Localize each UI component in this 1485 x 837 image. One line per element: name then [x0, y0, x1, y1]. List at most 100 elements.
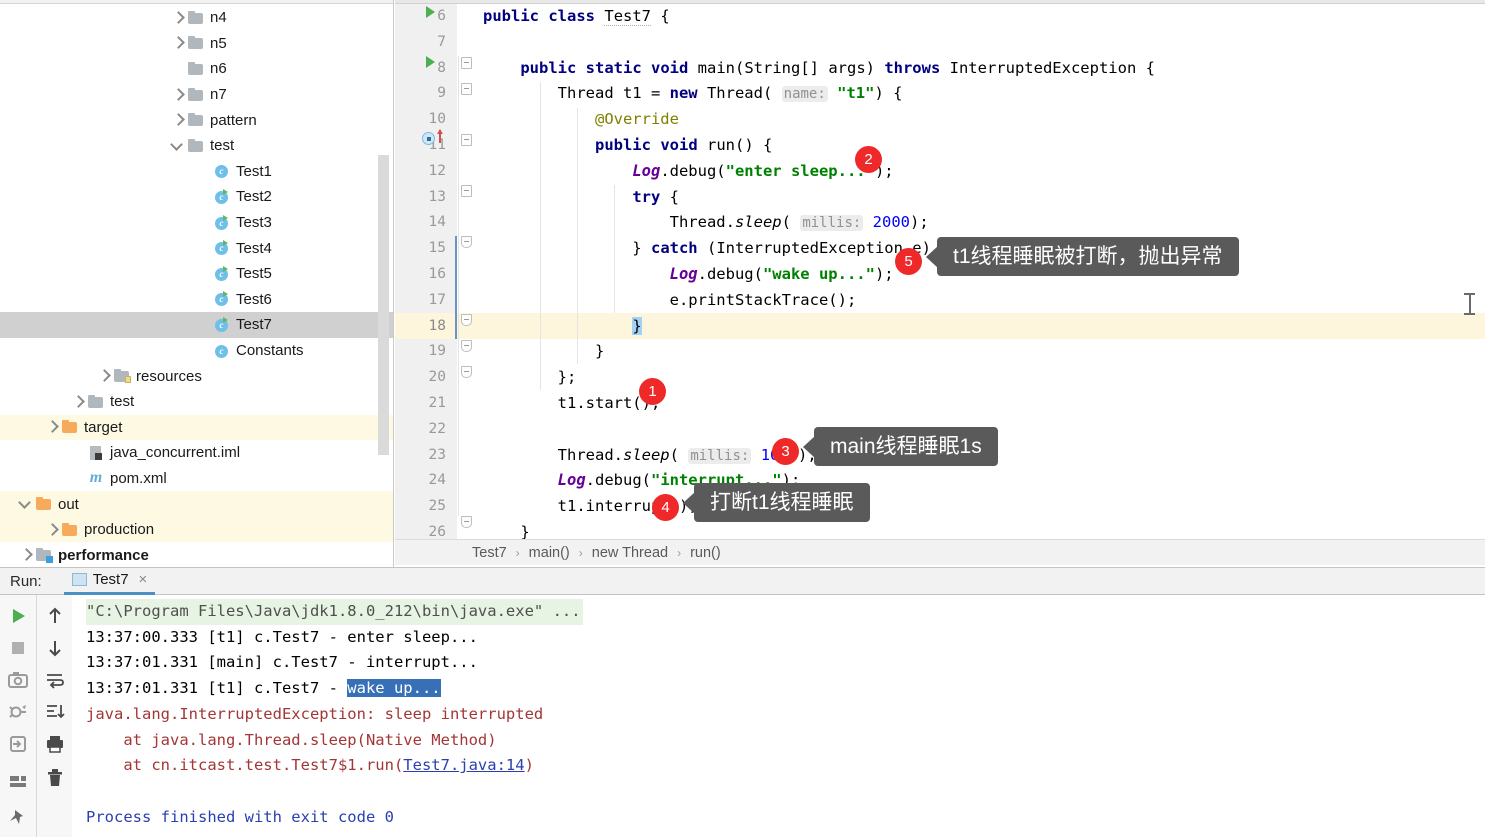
fold-marker-line20[interactable]	[461, 366, 472, 378]
tree-scrollbar[interactable]	[378, 155, 389, 455]
tree-item-production[interactable]: production	[0, 516, 393, 543]
line-number-18[interactable]: 18	[395, 314, 457, 340]
line-number-13[interactable]: 13	[395, 185, 457, 211]
fold-marker-line18[interactable]	[461, 314, 472, 326]
code-line-7[interactable]	[483, 30, 1485, 56]
fold-marker-line8[interactable]	[461, 57, 472, 69]
line-number-22[interactable]: 22	[395, 417, 457, 443]
line-number-23[interactable]: 23	[395, 443, 457, 469]
tree-item-n7[interactable]: n7	[0, 82, 393, 108]
console-output[interactable]: "C:\Program Files\Java\jdk1.8.0_212\bin\…	[72, 595, 1485, 837]
tree-item-test6[interactable]: c Test6	[0, 287, 393, 313]
tree-item-resources[interactable]: resources	[0, 363, 393, 389]
tree-item-test2[interactable]: c Test2	[0, 184, 393, 210]
line-number-10[interactable]: 10	[395, 107, 457, 133]
line-number-17[interactable]: 17	[395, 288, 457, 314]
close-icon[interactable]: ×	[139, 571, 148, 588]
breadcrumb-item-3[interactable]: run()	[690, 545, 721, 561]
override-arrow-gutter-icon[interactable]	[437, 129, 443, 143]
breadcrumb[interactable]: Test7 › main() › new Thread › run()	[395, 539, 1485, 565]
breadcrumb-item-1[interactable]: main()	[529, 545, 570, 561]
tree-item-pattern[interactable]: pattern	[0, 107, 393, 133]
code-line-11[interactable]: public void run() {	[483, 133, 1485, 159]
run-tab-test7[interactable]: Test7 ×	[63, 568, 156, 595]
rerun-icon[interactable]	[7, 605, 29, 627]
code-line-13[interactable]: try {	[483, 185, 1485, 211]
pin-tab-icon[interactable]	[7, 807, 29, 829]
fold-marker-line15[interactable]	[461, 236, 472, 248]
tree-item-target[interactable]: target	[0, 414, 393, 441]
tree-item-performance[interactable]: performance	[0, 542, 393, 567]
code-line-17[interactable]: e.printStackTrace();	[483, 288, 1485, 314]
tree-item-test4[interactable]: c Test4	[0, 235, 393, 261]
line-number-24[interactable]: 24	[395, 468, 457, 494]
project-tree-panel[interactable]: n4 n5 n6 n7 pattern test c Test1 c Test2 c Test3 c Te…	[0, 0, 394, 567]
code-line-12[interactable]: Log.debug("enter sleep...");	[483, 159, 1485, 185]
fold-marker-line26[interactable]	[461, 516, 472, 528]
tree-item-out[interactable]: out	[0, 491, 393, 517]
tree-item-java-concurrent-iml[interactable]: java_concurrent.iml	[0, 440, 393, 466]
line-number-21[interactable]: 21	[395, 391, 457, 417]
code-line-8[interactable]: public static void main(String[] args) t…	[483, 56, 1485, 82]
tree-item-n6[interactable]: n6	[0, 56, 393, 82]
console-selected-text[interactable]: wake up...	[347, 679, 441, 698]
fold-marker-line13[interactable]	[461, 185, 472, 197]
chevron-down-icon[interactable]	[18, 496, 34, 512]
camera-icon[interactable]	[7, 669, 29, 691]
code-line-24[interactable]: Log.debug("interrupt...");	[483, 468, 1485, 494]
restore-layout-icon[interactable]	[7, 733, 29, 755]
code-line-18[interactable]: }	[483, 314, 1485, 340]
breadcrumb-item-2[interactable]: new Thread	[592, 545, 668, 561]
fold-marker-line9[interactable]	[461, 83, 472, 95]
chevron-right-icon[interactable]	[44, 419, 60, 435]
trash-icon[interactable]	[44, 767, 66, 789]
layout-settings-icon[interactable]	[7, 770, 29, 792]
line-number-9[interactable]: 9	[395, 81, 457, 107]
tree-item-n4[interactable]: n4	[0, 5, 393, 31]
chevron-right-icon[interactable]	[96, 368, 112, 384]
code-line-6[interactable]: public class Test7 {	[483, 4, 1485, 30]
code-line-20[interactable]: };	[483, 365, 1485, 391]
stacktrace-link[interactable]: Test7.java:14	[403, 756, 524, 774]
fold-marker-line11[interactable]	[461, 134, 472, 146]
code-line-19[interactable]: }	[483, 339, 1485, 365]
code-line-14[interactable]: Thread.sleep( millis: 2000);	[483, 210, 1485, 236]
code-line-9[interactable]: Thread t1 = new Thread( name: "t1") {	[483, 81, 1485, 107]
chevron-right-icon[interactable]	[170, 87, 186, 103]
chevron-right-icon[interactable]	[170, 112, 186, 128]
code-line-10[interactable]: @Override	[483, 107, 1485, 133]
code-line-21[interactable]: t1.start();	[483, 391, 1485, 417]
stop-icon[interactable]	[7, 637, 29, 659]
line-number-25[interactable]: 25	[395, 494, 457, 520]
up-arrow-icon[interactable]	[44, 605, 66, 627]
tree-item-test1[interactable]: c Test1	[0, 159, 393, 185]
run-toolbar-primary[interactable]	[0, 595, 36, 837]
run-class-gutter-icon[interactable]	[426, 6, 435, 18]
chevron-down-icon[interactable]	[170, 138, 186, 154]
code-line-25[interactable]: t1.interrupt();	[483, 494, 1485, 520]
fold-marker-line19[interactable]	[461, 340, 472, 352]
code-editor[interactable]: 6 7 8 9 10 11 12 13 14 15 16 17 18 19 20 21 22 23 24 25 26 p…	[395, 0, 1485, 567]
tree-item-test5[interactable]: c Test5	[0, 261, 393, 287]
line-number-15[interactable]: 15	[395, 236, 457, 262]
override-method-gutter-icon[interactable]	[422, 132, 435, 145]
chevron-right-icon[interactable]	[170, 35, 186, 51]
tree-item-test[interactable]: test	[0, 389, 393, 415]
run-toolbar-secondary[interactable]	[36, 595, 72, 837]
line-number-19[interactable]: 19	[395, 339, 457, 365]
vcs-change-marker[interactable]	[455, 236, 457, 339]
tree-item-test3[interactable]: c Test3	[0, 210, 393, 236]
chevron-right-icon[interactable]	[44, 522, 60, 538]
tree-item-test7[interactable]: c Test7	[0, 312, 393, 338]
tree-item-constants[interactable]: c Constants	[0, 338, 393, 364]
line-number-14[interactable]: 14	[395, 210, 457, 236]
chevron-right-icon[interactable]	[170, 10, 186, 26]
scroll-to-end-icon[interactable]	[44, 701, 66, 723]
print-icon[interactable]	[44, 733, 66, 755]
chevron-right-icon[interactable]	[18, 547, 34, 563]
tree-item-n5[interactable]: n5	[0, 31, 393, 57]
run-method-gutter-icon[interactable]	[426, 56, 435, 68]
soft-wrap-icon[interactable]	[44, 669, 66, 691]
down-arrow-icon[interactable]	[44, 637, 66, 659]
chevron-right-icon[interactable]	[70, 394, 86, 410]
